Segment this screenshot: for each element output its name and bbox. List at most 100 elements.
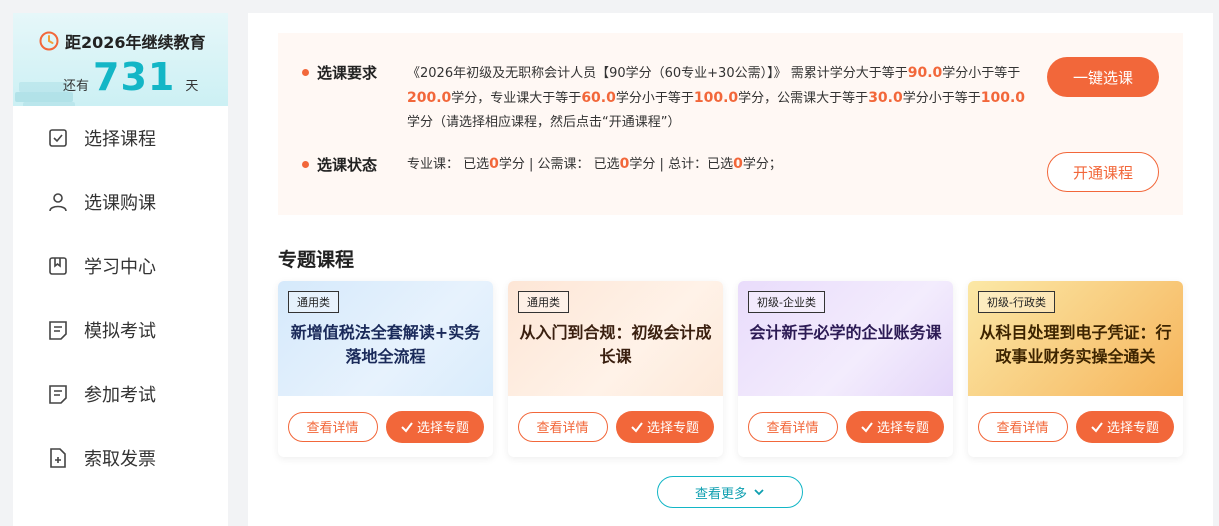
file-add-icon <box>50 448 66 468</box>
req-value-total-max: 200.0 <box>407 90 452 106</box>
card-title: 从入门到合规：初级会计成长课 <box>519 323 712 366</box>
req-text-part: 学分（请选择相应课程，然后点击“开通课程”） <box>407 115 681 130</box>
requirements-label: 选课要求 <box>302 61 407 83</box>
days-number: 731 <box>93 55 176 99</box>
check-icon <box>401 421 413 433</box>
days-suffix: 天 <box>185 79 199 94</box>
card-title: 从科目处理到电子凭证：行政事业财务实操全通关 <box>979 323 1172 366</box>
req-value-pro-min: 60.0 <box>581 90 616 106</box>
status-text: 专业课： 已选0学分 | 公需课： 已选0学分 | 总计：已选0学分； <box>407 153 1027 176</box>
req-text-part: 《2026年初级及无职称会计人员【90学分（60专业+30公需）】》 需累计学分… <box>407 66 908 81</box>
req-text-part: 学分小于等于 <box>942 66 1021 81</box>
select-topic-button[interactable]: 选择专题 <box>1075 410 1174 443</box>
status-total-value: 0 <box>733 156 743 172</box>
view-more-label: 查看更多 <box>694 486 747 502</box>
requirements-row: 选课要求 《2026年初级及无职称会计人员【90学分（60专业+30公需）】》 … <box>302 61 1027 135</box>
status-text-part: 专业课： 已选 <box>407 157 490 172</box>
req-text-part: 学分小于等于 <box>615 91 694 106</box>
view-detail-button[interactable]: 查看详情 <box>747 411 838 442</box>
note-icon <box>49 385 67 404</box>
chevron-down-icon <box>754 489 764 496</box>
days-prefix: 还有 <box>63 79 90 94</box>
countdown-banner: 距2026年继续教育 还有 731 天 <box>13 13 228 106</box>
card-banner[interactable]: 初级-行政类 从科目处理到电子凭证：行政事业财务实操全通关 <box>968 281 1183 396</box>
view-detail-button[interactable]: 查看详情 <box>287 411 378 442</box>
sidebar-item-study-center[interactable]: 学习中心 <box>13 234 228 298</box>
clock-icon <box>39 31 59 51</box>
sidebar-item-label: 参加考试 <box>84 385 156 406</box>
requirements-text: 《2026年初级及无职称会计人员【90学分（60专业+30公需）】》 需累计学分… <box>407 61 1027 135</box>
select-topic-label: 选择专题 <box>876 421 929 436</box>
card-tag: 初级-行政类 <box>978 291 1055 313</box>
course-card: 初级-行政类 从科目处理到电子凭证：行政事业财务实操全通关 查看详情 选择专题 <box>968 281 1183 457</box>
check-icon <box>861 421 873 433</box>
sidebar-item-label: 索取发票 <box>84 449 156 470</box>
course-card: 初级-企业类 会计新手必学的企业账务课 查看详情 选择专题 <box>738 281 953 457</box>
card-actions: 查看详情 选择专题 <box>278 396 493 457</box>
status-pro-value: 0 <box>489 156 499 172</box>
select-topic-button[interactable]: 选择专题 <box>845 410 944 443</box>
checklist-icon <box>49 129 67 147</box>
activate-course-button[interactable]: 开通课程 <box>1047 152 1159 192</box>
user-icon <box>49 193 67 212</box>
view-more-button[interactable]: 查看更多 <box>657 476 803 508</box>
req-text-part: 学分，公需课大于等于 <box>738 91 869 106</box>
card-actions: 查看详情 选择专题 <box>508 396 723 457</box>
sidebar: 距2026年继续教育 还有 731 天 选择课程 选课购课 学习中心 模拟考试 … <box>13 13 228 526</box>
req-text-part: 学分小于等于 <box>902 91 981 106</box>
card-actions: 查看详情 选择专题 <box>738 396 953 457</box>
bullet-dot-icon <box>302 68 309 76</box>
course-cards: 通用类 新增值税法全套解读+实务落地全流程 查看详情 选择专题 通用类 从入门到… <box>278 281 1183 457</box>
sidebar-menu: 选择课程 选课购课 学习中心 模拟考试 参加考试 索取发票 <box>13 106 228 490</box>
req-value-pub-max: 100.0 <box>980 90 1026 106</box>
one-click-select-button[interactable]: 一键选课 <box>1047 57 1159 97</box>
view-detail-button[interactable]: 查看详情 <box>977 411 1068 442</box>
card-banner[interactable]: 通用类 新增值税法全套解读+实务落地全流程 <box>278 281 493 396</box>
card-tag: 通用类 <box>288 291 339 313</box>
course-card: 通用类 从入门到合规：初级会计成长课 查看详情 选择专题 <box>508 281 723 457</box>
select-topic-label: 选择专题 <box>1106 421 1159 436</box>
status-row: 选课状态 专业课： 已选0学分 | 公需课： 已选0学分 | 总计：已选0学分； <box>302 153 1027 176</box>
select-topic-button[interactable]: 选择专题 <box>385 410 484 443</box>
bookmark-icon <box>49 257 67 275</box>
requirements-box: 选课要求 《2026年初级及无职称会计人员【90学分（60专业+30公需）】》 … <box>278 33 1183 215</box>
countdown-title-text: 距2026年继续教育 <box>65 33 206 52</box>
req-value-pub-min: 30.0 <box>868 90 903 106</box>
select-topic-button[interactable]: 选择专题 <box>615 410 714 443</box>
sidebar-item-label: 选课购课 <box>84 193 156 214</box>
sidebar-item-invoice[interactable]: 索取发票 <box>13 426 228 490</box>
sidebar-item-buy-course[interactable]: 选课购课 <box>13 170 228 234</box>
req-value-pro-max: 100.0 <box>693 90 739 106</box>
sidebar-item-mock-exam[interactable]: 模拟考试 <box>13 298 228 362</box>
card-banner[interactable]: 通用类 从入门到合规：初级会计成长课 <box>508 281 723 396</box>
select-topic-label: 选择专题 <box>646 421 699 436</box>
card-tag: 通用类 <box>518 291 569 313</box>
requirements-label-text: 选课要求 <box>317 63 378 82</box>
status-text-part: 学分； <box>742 157 782 172</box>
check-icon <box>631 421 643 433</box>
course-card: 通用类 新增值税法全套解读+实务落地全流程 查看详情 选择专题 <box>278 281 493 457</box>
req-text-part: 学分，专业课大于等于 <box>451 91 582 106</box>
card-actions: 查看详情 选择专题 <box>968 396 1183 457</box>
req-value-total-min: 90.0 <box>907 65 943 81</box>
countdown-title: 距2026年继续教育 <box>39 29 206 53</box>
view-detail-button[interactable]: 查看详情 <box>517 411 608 442</box>
card-title: 新增值税法全套解读+实务落地全流程 <box>290 323 481 366</box>
status-label: 选课状态 <box>302 153 407 175</box>
sidebar-item-select-course[interactable]: 选择课程 <box>13 106 228 170</box>
sidebar-item-label: 学习中心 <box>84 257 156 278</box>
countdown-days: 还有 731 天 <box>63 55 198 99</box>
card-banner[interactable]: 初级-企业类 会计新手必学的企业账务课 <box>738 281 953 396</box>
section-title: 专题课程 <box>278 249 355 271</box>
note-icon <box>49 321 67 340</box>
sidebar-item-take-exam[interactable]: 参加考试 <box>13 362 228 426</box>
status-pub-value: 0 <box>619 156 630 172</box>
sidebar-item-label: 选择课程 <box>84 129 156 150</box>
check-icon <box>1091 421 1103 433</box>
select-topic-label: 选择专题 <box>416 421 469 436</box>
status-label-text: 选课状态 <box>317 155 378 174</box>
status-text-part: 学分 | 公需课： 已选 <box>498 157 620 172</box>
bullet-dot-icon <box>302 160 309 168</box>
card-tag: 初级-企业类 <box>748 291 825 313</box>
card-title: 会计新手必学的企业账务课 <box>749 323 942 342</box>
